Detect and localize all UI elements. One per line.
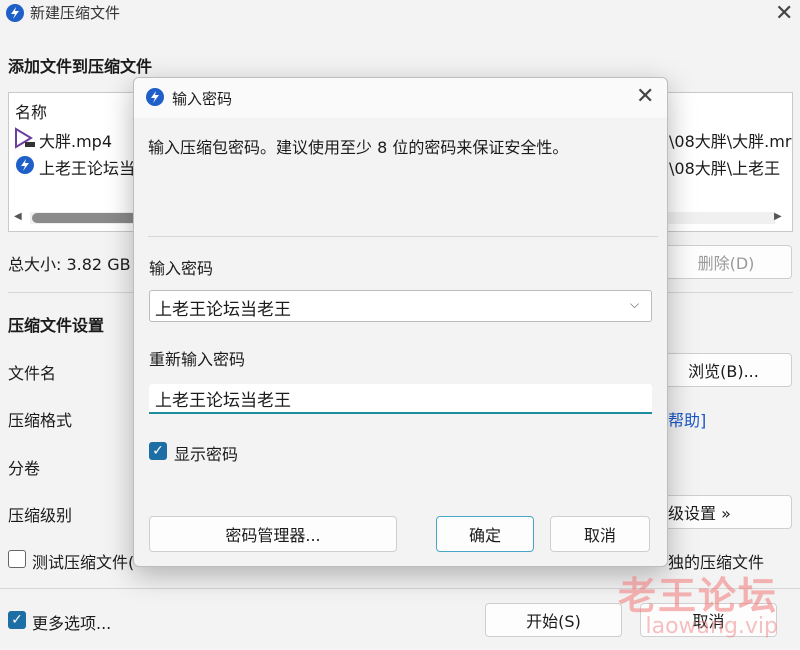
scroll-left-icon[interactable]: ◀	[14, 211, 22, 222]
password-value: 上老王论坛当老王	[155, 300, 291, 320]
password-manager-button[interactable]: 密码管理器...	[149, 516, 397, 552]
dialog-title: 输入密码	[172, 90, 233, 108]
file-name[interactable]: 大胖.mp4	[39, 128, 112, 152]
browse-button[interactable]: 浏览(B)...	[655, 353, 792, 387]
app-logo-icon	[6, 4, 24, 22]
divider	[148, 236, 658, 237]
dialog-message: 输入压缩包密码。建议使用至少 8 位的密码来保证安全性。	[148, 138, 569, 157]
file-path: \08大胖\上老王	[669, 159, 781, 178]
delete-button[interactable]: 删除(D)	[660, 245, 792, 279]
label-filename: 文件名	[8, 364, 57, 383]
window-close-icon[interactable]: ✕	[775, 3, 793, 25]
ok-button[interactable]: 确定	[436, 516, 534, 552]
dialog-close-icon[interactable]: ✕	[636, 86, 654, 108]
password-dialog: 输入密码 ✕ 输入压缩包密码。建议使用至少 8 位的密码来保证安全性。 输入密码…	[133, 77, 668, 567]
scroll-right-icon[interactable]: ▶	[774, 211, 782, 222]
test-archive-checkbox[interactable]	[8, 550, 26, 568]
label-split: 分卷	[8, 459, 41, 478]
test-archive-label: 测试压缩文件(	[32, 553, 135, 572]
show-password-checkbox[interactable]: ✓	[149, 442, 167, 460]
total-size: 总大小: 3.82 GB	[8, 255, 131, 274]
more-options-label: 更多选项...	[32, 614, 112, 633]
app-file-icon	[16, 156, 34, 174]
section-add-files-title: 添加文件到压缩文件	[8, 57, 153, 76]
scroll-thumb[interactable]	[32, 213, 142, 223]
window-title: 新建压缩文件	[30, 4, 121, 22]
start-button[interactable]: 开始(S)	[485, 603, 622, 637]
section-settings-title: 压缩文件设置	[8, 316, 105, 335]
show-password-label: 显示密码	[174, 445, 239, 464]
dialog-cancel-button[interactable]: 取消	[550, 516, 650, 552]
password-combobox[interactable]: 上老王论坛当老王 ⌵	[149, 290, 652, 322]
app-logo-icon	[146, 88, 164, 106]
advanced-settings-button[interactable]: 级设置 »	[655, 495, 792, 529]
label-level: 压缩级别	[8, 506, 73, 525]
more-options-checkbox[interactable]: ✓	[8, 611, 26, 629]
column-header-name: 名称	[15, 103, 48, 122]
watermark-url: laowang.vip	[645, 614, 778, 639]
help-link[interactable]: 帮助]	[668, 407, 706, 431]
reenter-password-label: 重新输入密码	[149, 350, 246, 369]
label-format: 压缩格式	[8, 411, 73, 430]
video-file-icon	[13, 127, 39, 149]
password-label: 输入密码	[149, 259, 214, 278]
reenter-password-input[interactable]	[149, 384, 652, 414]
watermark-text: 老王论坛	[617, 573, 778, 618]
file-path: \08大胖\大胖.mr	[669, 132, 792, 151]
chevron-down-icon[interactable]: ⌵	[630, 297, 639, 312]
